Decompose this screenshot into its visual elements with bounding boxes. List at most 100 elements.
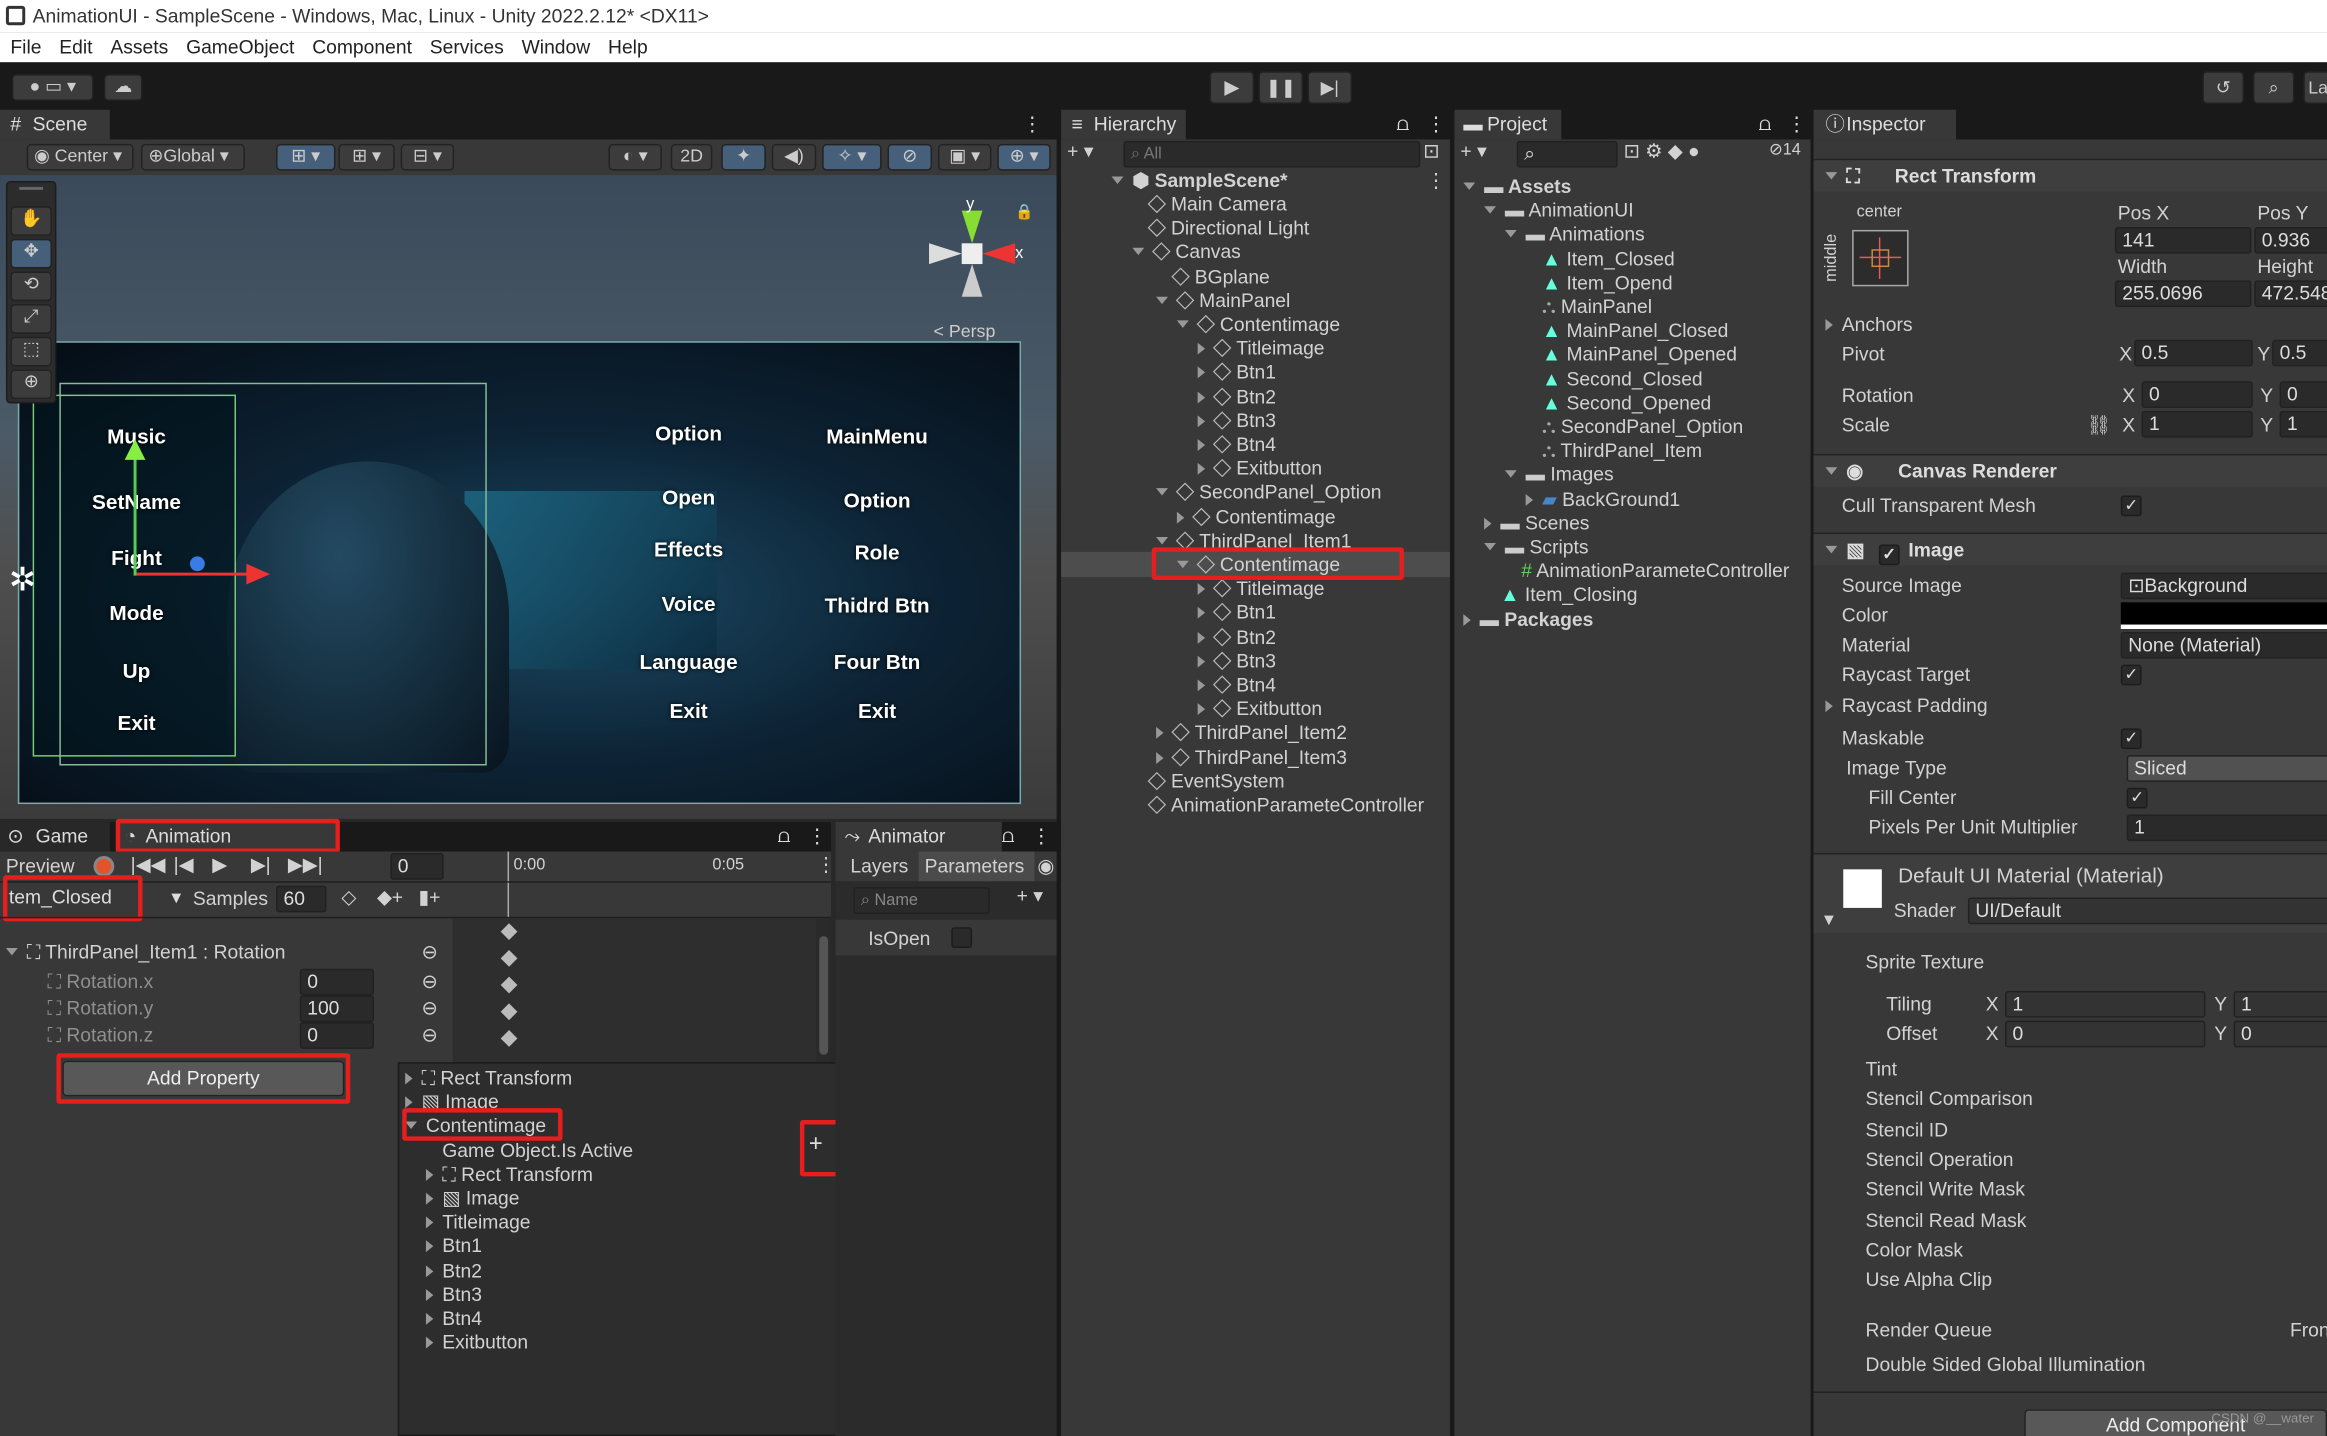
right-menu-item[interactable]: Role <box>787 540 968 564</box>
perspective-label[interactable]: < Persp <box>933 320 995 341</box>
kebab-menu-icon[interactable]: ⋮ <box>1426 169 1445 193</box>
pivot-y-input[interactable]: 0.5 <box>2272 339 2327 367</box>
search-filter-icon[interactable]: ⊡ <box>1423 139 1439 163</box>
gizmo-negx-cone[interactable] <box>929 243 962 265</box>
popup-property-item[interactable]: ⛶ Rect Transform <box>405 1067 572 1091</box>
lock-icon[interactable]: 🔒 <box>1015 205 1033 221</box>
project-item[interactable]: ▬ Assets <box>1463 175 1571 199</box>
project-item[interactable]: ⛬ MainPanel <box>1526 295 1652 319</box>
tab-inspector[interactable]: ⓘ Inspector <box>1813 109 1957 140</box>
preview-toggle[interactable]: Preview <box>6 854 75 876</box>
account-button[interactable]: ● ▭ ▾ <box>11 74 94 101</box>
tiling-x-input[interactable]: 1 <box>2005 990 2206 1018</box>
move-gizmo-z-handle[interactable] <box>189 556 205 572</box>
first-key-icon[interactable]: |◀◀ <box>131 853 166 877</box>
offset-x-input[interactable]: 0 <box>2005 1020 2206 1048</box>
menu-edit[interactable]: Edit <box>59 36 92 58</box>
tab-animation[interactable]: ◔ Animation <box>115 821 336 852</box>
hierarchy-item[interactable]: SecondPanel_Option <box>1156 481 1382 505</box>
right-menu-item[interactable]: Four Btn <box>787 650 968 674</box>
eye-icon[interactable]: ◉ <box>1037 854 1054 878</box>
rect-tool-icon[interactable]: ⬚ <box>10 336 52 367</box>
frame-input[interactable]: 0 <box>390 853 444 880</box>
hierarchy-item[interactable]: Titleimage <box>1197 577 1325 601</box>
hand-tool-icon[interactable]: ✋ <box>10 206 52 236</box>
ppu-input[interactable]: 1 <box>2126 814 2327 842</box>
image-header[interactable]: ▧ ✓ Image <box>1813 532 2327 566</box>
add-keyframe-icon[interactable]: ◇ <box>341 886 356 910</box>
menu-help[interactable]: Help <box>608 36 648 58</box>
hierarchy-item[interactable]: ThirdPanel_Item1 <box>1156 529 1351 553</box>
shading-mode-icon[interactable]: ◐ ▾ <box>608 143 662 171</box>
record-button[interactable] <box>93 855 115 877</box>
search-by-type-icon[interactable]: ⊡ ⚙ ◆ ● <box>1624 139 1700 163</box>
canvas-renderer-header[interactable]: ◉ Canvas Renderer <box>1813 453 2327 487</box>
scale-x-input[interactable]: 1 <box>2141 410 2253 438</box>
move-gizmo-y-axis[interactable] <box>133 456 137 576</box>
hierarchy-item[interactable]: Directional Light <box>1132 217 1309 241</box>
hierarchy-item[interactable]: ThirdPanel_Item2 <box>1156 722 1347 746</box>
anchors-foldout[interactable]: Anchors <box>1825 313 1913 335</box>
hierarchy-item[interactable]: Btn3 <box>1197 649 1276 673</box>
transform-tool-icon[interactable]: ⊕ <box>10 369 52 400</box>
menu-services[interactable]: Services <box>430 36 504 58</box>
prev-key-icon[interactable]: |◀ <box>174 853 194 877</box>
maskable-checkbox[interactable]: ✓ <box>2120 728 2142 750</box>
left-menu-item[interactable]: Exit <box>33 711 241 735</box>
gizmo-x-cone[interactable] <box>982 243 1016 265</box>
hierarchy-search-input[interactable]: ⌕ All <box>1123 140 1421 168</box>
kebab-menu-icon[interactable]: ⋮ <box>1787 110 1806 140</box>
hierarchy-item[interactable]: Exitbutton <box>1197 457 1322 481</box>
layers-dropdown[interactable]: La <box>2303 71 2327 104</box>
lighting-icon[interactable]: ✦ <box>721 143 766 171</box>
tiling-y-input[interactable]: 1 <box>2233 990 2327 1018</box>
step-button[interactable]: ▶| <box>1307 71 1353 104</box>
hidden-count[interactable]: ⊘14 <box>1769 139 1801 159</box>
shader-dropdown[interactable]: UI/Default <box>1967 897 2327 925</box>
project-item[interactable]: ▰ BackGround1 <box>1525 487 1680 511</box>
hierarchy-item[interactable]: Contentimage <box>1176 505 1336 529</box>
posx-input[interactable]: 141 <box>2114 226 2252 254</box>
scene-viewport[interactable]: MusicSetNameFightModeUpExitOptionOpenEff… <box>0 175 1057 819</box>
add-property-plus-button[interactable]: + <box>809 1132 823 1159</box>
group-menu-icon[interactable]: ⊖ <box>421 941 437 965</box>
project-item[interactable]: ▲ MainPanel_Closed <box>1526 319 1728 343</box>
move-tool-icon[interactable]: ✥ <box>10 238 52 269</box>
history-icon[interactable]: ↺ <box>2202 71 2244 104</box>
project-item[interactable]: ⛬ SecondPanel_Option <box>1526 415 1743 439</box>
event-marker-icon[interactable]: ▮+ <box>419 886 441 910</box>
hidden-objects-icon[interactable]: ⊘ <box>887 143 933 171</box>
hierarchy-item[interactable]: Exitbutton <box>1197 698 1322 722</box>
project-item[interactable]: ⛬ ThirdPanel_Item <box>1526 439 1702 463</box>
menu-component[interactable]: Component <box>312 36 412 58</box>
property-menu-icon[interactable]: ⊖ <box>421 970 437 994</box>
create-asset-button[interactable]: + ▾ <box>1460 139 1486 163</box>
project-item[interactable]: ▬ Scripts <box>1484 536 1589 560</box>
gizmos-icon[interactable]: ⊕ ▾ <box>997 143 1051 171</box>
cull-checkbox[interactable]: ✓ <box>2120 495 2142 517</box>
lock-icon[interactable]: ⩍ <box>1002 822 1015 852</box>
mid-menu-item[interactable]: Voice <box>600 592 778 616</box>
right-menu-item[interactable]: Option <box>787 488 968 512</box>
popup-property-item[interactable]: Btn2 <box>425 1259 482 1283</box>
constrain-scale-icon[interactable]: ⛓ <box>2087 414 2112 438</box>
tab-animator[interactable]: ⤳ Animator <box>835 821 1002 852</box>
scene-root-row[interactable]: ⬢ SampleScene* <box>1111 169 1288 193</box>
gizmo-negy-cone[interactable] <box>961 264 983 297</box>
popup-property-item[interactable]: Game Object.Is Active <box>426 1139 633 1163</box>
hierarchy-item[interactable]: BGplane <box>1156 265 1270 289</box>
mid-menu-item[interactable]: Option <box>600 421 778 445</box>
raycast-target-checkbox[interactable]: ✓ <box>2120 664 2142 686</box>
tab-scene[interactable]: # Scene <box>0 109 110 140</box>
pivot-x-input[interactable]: 0.5 <box>2134 339 2253 367</box>
hierarchy-item[interactable]: Titleimage <box>1197 337 1325 361</box>
popup-property-item[interactable]: Contentimage <box>405 1115 546 1139</box>
samples-input[interactable]: 60 <box>276 885 327 913</box>
popup-property-item[interactable]: Btn3 <box>425 1283 482 1307</box>
mid-menu-item[interactable]: Effects <box>600 537 778 561</box>
rect-transform-header[interactable]: ⛶ Rect Transform <box>1813 158 2327 192</box>
kebab-menu-icon[interactable]: ⋮ <box>1426 110 1445 140</box>
menu-window[interactable]: Window <box>522 36 591 58</box>
popup-property-item[interactable]: Btn1 <box>425 1235 482 1259</box>
move-gizmo-x-arrow[interactable] <box>246 563 271 585</box>
